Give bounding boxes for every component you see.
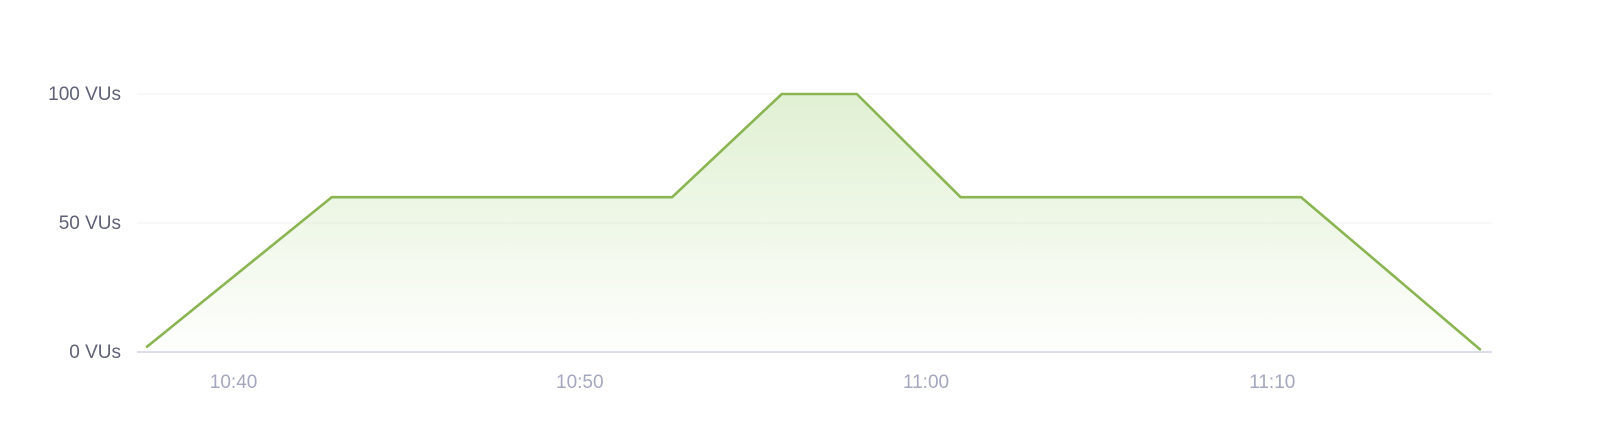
y-tick-label: 50 VUs [59,213,121,234]
area-layer [147,94,1480,352]
y-axis: 0 VUs 50 VUs 100 VUs [48,84,121,363]
x-tick-label: 10:40 [210,372,258,393]
vus-chart: 0 VUs 50 VUs 100 VUs 10:40 10:50 11:00 11:10 [0,0,1616,421]
y-tick-label: 0 VUs [69,342,121,363]
series-area [147,94,1480,352]
x-axis: 10:40 10:50 11:00 11:10 [210,372,1296,393]
x-tick-label: 11:00 [903,372,949,393]
x-tick-label: 11:10 [1249,372,1295,393]
x-tick-label: 10:50 [556,372,604,393]
y-tick-label: 100 VUs [48,84,121,105]
chart-canvas: 0 VUs 50 VUs 100 VUs 10:40 10:50 11:00 11:10 [48,84,1492,393]
